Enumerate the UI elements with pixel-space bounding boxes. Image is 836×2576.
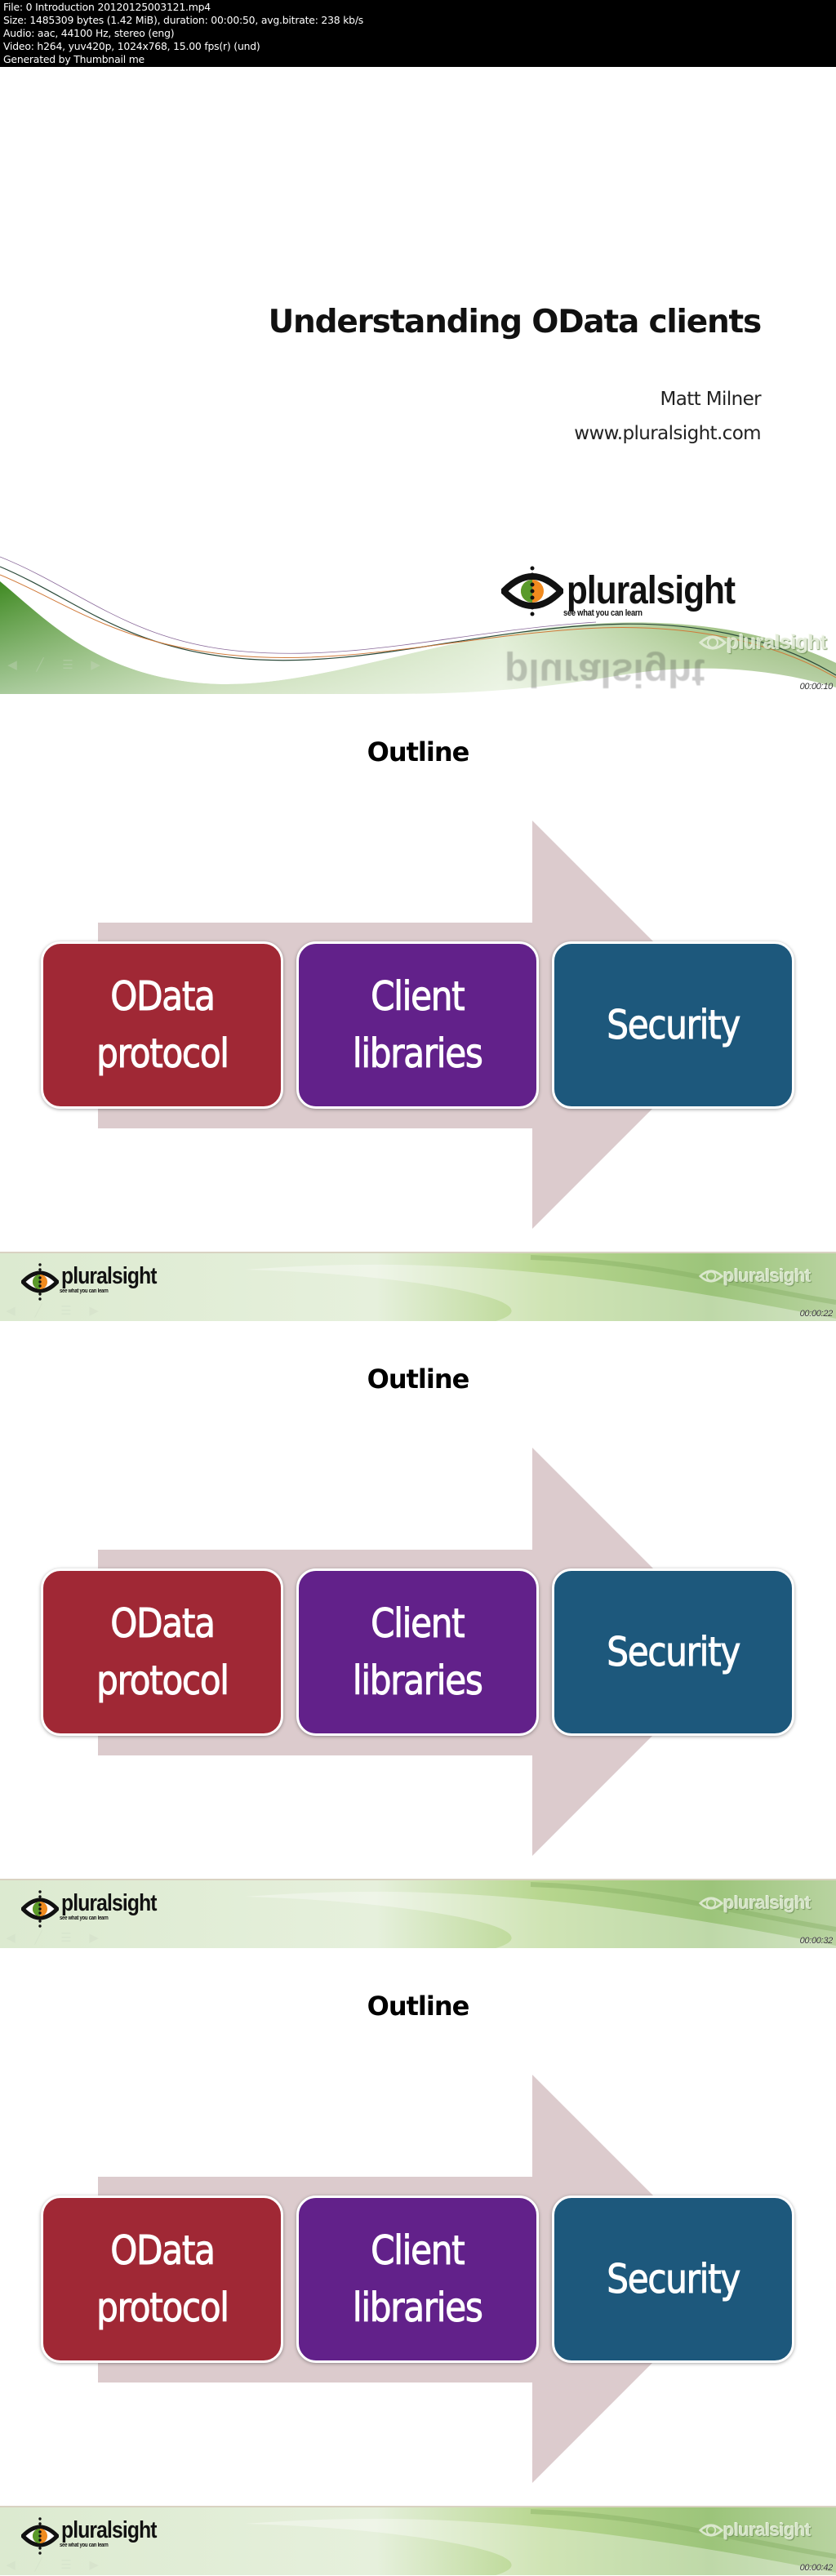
pluralsight-eye-icon xyxy=(21,2517,59,2555)
step-label: Security xyxy=(607,1628,741,1675)
audio-info-line: Audio: aac, 44100 Hz, stereo (eng) xyxy=(3,27,175,39)
watermark-wordmark: pluralsight xyxy=(723,1893,811,1913)
frame-timestamp: 00:00:42 xyxy=(799,2563,834,2573)
logo-reflection: pluralsight xyxy=(501,650,705,694)
prev-icon[interactable]: ◀ xyxy=(3,1932,18,1945)
outline-slide-frame: Outline OData protocol Client libraries Se… xyxy=(0,694,836,1321)
step-box-client-libraries[interactable]: Client libraries xyxy=(296,2196,539,2363)
prev-icon[interactable]: ◀ xyxy=(5,659,20,672)
step-label: Client libraries xyxy=(353,968,484,1083)
pluralsight-eye-icon xyxy=(501,566,563,616)
logo-tagline: see what you can learn xyxy=(60,1288,109,1294)
pen-icon[interactable]: ╱ xyxy=(31,1305,46,1318)
step-box-security[interactable]: Security xyxy=(552,1568,794,1736)
menu-icon[interactable]: ☰ xyxy=(59,2559,73,2572)
size-duration-line: Size: 1485309 bytes (1.42 MiB), duration… xyxy=(3,14,364,26)
watermark-wordmark: pluralsight xyxy=(727,630,827,654)
step-label-line-1: OData xyxy=(109,2227,215,2274)
pluralsight-watermark-logo: pluralsight xyxy=(699,1264,811,1288)
video-info-header: File: 0 Introduction 20120125003121.mp4 … xyxy=(0,0,836,67)
frame-timestamp: 00:00:22 xyxy=(799,1309,834,1319)
step-box-security[interactable]: Security xyxy=(552,2196,794,2363)
next-icon[interactable]: ▶ xyxy=(87,1932,101,1945)
author-name: Matt Milner xyxy=(660,389,762,410)
next-icon[interactable]: ▶ xyxy=(87,1305,101,1318)
step-label-line-2: protocol xyxy=(96,1030,229,1077)
file-name-line: File: 0 Introduction 20120125003121.mp4 xyxy=(3,1,211,13)
watermark-eye-icon xyxy=(699,1897,723,1910)
next-icon[interactable]: ▶ xyxy=(87,2559,101,2572)
video-info-line: Video: h264, yuv420p, 1024x768, 15.00 fp… xyxy=(3,40,260,52)
pluralsight-eye-icon xyxy=(21,1890,59,1928)
step-label-line-2: protocol xyxy=(96,1657,229,1704)
menu-icon[interactable]: ☰ xyxy=(60,659,75,672)
step-box-security[interactable]: Security xyxy=(552,941,794,1109)
prev-icon[interactable]: ◀ xyxy=(3,2559,18,2572)
step-label-line-2: protocol xyxy=(96,2284,229,2331)
watermark-wordmark: pluralsight xyxy=(723,2520,811,2540)
step-label-line-1: Client xyxy=(371,2227,465,2274)
step-label: Client libraries xyxy=(353,2222,484,2337)
watermark-wordmark: pluralsight xyxy=(723,1266,811,1286)
step-label-line-2: libraries xyxy=(353,1657,484,1704)
step-label: Security xyxy=(607,2255,741,2302)
pluralsight-logo: pluralsight see what you can learn xyxy=(501,565,758,618)
pluralsight-watermark-logo: pluralsight xyxy=(699,630,827,655)
outline-slide-frame: Outline OData protocol Client libraries Se… xyxy=(0,1948,836,2575)
outline-slide-frame: Outline OData protocol Client libraries Se… xyxy=(0,1321,836,1948)
website-url: www.pluralsight.com xyxy=(574,423,761,444)
player-controls: ◀ ╱ ☰ ▶ xyxy=(3,1932,101,1945)
watermark-eye-icon xyxy=(699,1270,723,1283)
step-label-line-1: Client xyxy=(371,972,465,1020)
player-controls: ◀ ╱ ☰ ▶ xyxy=(3,2559,101,2572)
logo-tagline: see what you can learn xyxy=(563,608,643,618)
watermark-eye-icon xyxy=(699,635,727,650)
step-label: OData protocol xyxy=(96,2222,229,2337)
pluralsight-watermark-logo: pluralsight xyxy=(699,2518,811,2543)
step-label: Security xyxy=(607,1001,741,1048)
step-box-odata-protocol[interactable]: OData protocol xyxy=(41,2196,283,2363)
step-label-line-1: OData xyxy=(109,972,215,1020)
player-controls: ◀ ╱ ☰ ▶ xyxy=(3,1305,101,1318)
frame-timestamp: 00:00:32 xyxy=(799,1936,834,1946)
title-slide-frame: Understanding OData clients Matt Milner … xyxy=(0,67,836,694)
logo-reflection-wordmark: pluralsight xyxy=(505,651,705,694)
step-label-line-1: OData xyxy=(109,1599,215,1647)
logo-wordmark: pluralsight xyxy=(61,1890,158,1916)
menu-icon[interactable]: ☰ xyxy=(59,1932,73,1945)
logo-wordmark: pluralsight xyxy=(61,2517,158,2543)
step-label-line-2: libraries xyxy=(353,1030,484,1077)
logo-tagline: see what you can learn xyxy=(60,2543,109,2548)
logo-wordmark: pluralsight xyxy=(567,569,736,612)
pluralsight-watermark-logo: pluralsight xyxy=(699,1891,811,1915)
step-label-line-1: Client xyxy=(371,1599,465,1647)
prev-icon[interactable]: ◀ xyxy=(3,1305,18,1318)
logo-wordmark: pluralsight xyxy=(61,1263,158,1289)
menu-icon[interactable]: ☰ xyxy=(59,1305,73,1318)
pen-icon[interactable]: ╱ xyxy=(31,2559,46,2572)
step-label: Client libraries xyxy=(353,1595,484,1710)
step-box-client-libraries[interactable]: Client libraries xyxy=(296,1568,539,1736)
step-box-client-libraries[interactable]: Client libraries xyxy=(296,941,539,1109)
player-controls: ◀ ╱ ☰ ▶ xyxy=(5,659,103,672)
frame-timestamp: 00:00:10 xyxy=(799,682,834,692)
watermark-eye-icon xyxy=(699,2524,723,2537)
next-icon[interactable]: ▶ xyxy=(88,659,103,672)
step-label: OData protocol xyxy=(96,968,229,1083)
step-box-odata-protocol[interactable]: OData protocol xyxy=(41,941,283,1109)
pluralsight-logo: pluralsight see what you can learn xyxy=(21,2516,173,2556)
step-box-odata-protocol[interactable]: OData protocol xyxy=(41,1568,283,1736)
pen-icon[interactable]: ╱ xyxy=(31,1932,46,1945)
pluralsight-logo: pluralsight see what you can learn xyxy=(21,1262,173,1301)
generator-line: Generated by Thumbnail me xyxy=(3,53,145,65)
pluralsight-eye-icon xyxy=(21,1263,59,1301)
pluralsight-logo: pluralsight see what you can learn xyxy=(21,1889,173,1929)
presentation-title: Understanding OData clients xyxy=(268,304,763,340)
logo-tagline: see what you can learn xyxy=(60,1915,109,1921)
pen-icon[interactable]: ╱ xyxy=(33,659,47,672)
step-label: OData protocol xyxy=(96,1595,229,1710)
step-label-line-2: libraries xyxy=(353,2284,484,2331)
